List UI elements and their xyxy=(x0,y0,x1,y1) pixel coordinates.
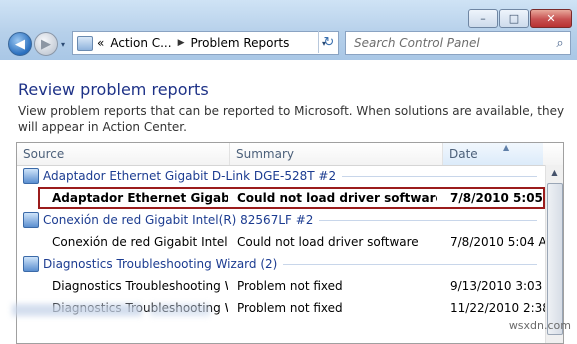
refresh-button[interactable]: ↻ xyxy=(318,31,339,53)
maximize-button[interactable]: □ xyxy=(499,9,529,28)
forward-button[interactable]: ▶ xyxy=(34,32,58,56)
row-date: 9/13/2010 3:03 AM xyxy=(450,279,545,293)
scroll-up-icon[interactable]: ▲ xyxy=(546,165,563,181)
column-summary[interactable]: Summary xyxy=(230,143,443,165)
group-header[interactable]: Diagnostics Troubleshooting Wizard (2) xyxy=(17,253,543,275)
page-title: Review problem reports xyxy=(18,80,209,99)
close-button[interactable]: ✕ xyxy=(530,9,572,28)
vertical-scrollbar[interactable]: ▲ xyxy=(545,165,563,343)
group-header[interactable]: Adaptador Ethernet Gigabit D-Link DGE-52… xyxy=(17,165,543,187)
search-icon[interactable]: ⌕ xyxy=(550,36,570,51)
row-date: 7/8/2010 5:04 AM xyxy=(450,235,545,249)
recent-pages-dropdown-icon[interactable]: ▾ xyxy=(61,40,65,49)
network-adapter-icon xyxy=(23,212,39,228)
group-divider xyxy=(342,175,537,177)
page-description: View problem reports that can be reporte… xyxy=(18,104,565,134)
blurred-row xyxy=(150,304,210,316)
address-bar[interactable]: « Action C... ▶ Problem Reports ▾ xyxy=(72,31,339,55)
row-summary: Could not load driver software xyxy=(237,235,419,249)
row-summary: Problem not fixed xyxy=(237,301,343,315)
column-date[interactable]: Date xyxy=(443,143,543,165)
group-name: Conexión de red Gigabit Intel(R) 82567LF… xyxy=(43,213,314,227)
breadcrumb-overflow[interactable]: « xyxy=(97,36,104,50)
breadcrumb-problem-reports[interactable]: Problem Reports xyxy=(190,36,289,50)
control-panel-icon xyxy=(77,35,93,51)
group-name: Diagnostics Troubleshooting Wizard (2) xyxy=(43,257,278,271)
blurred-row xyxy=(12,304,142,316)
group-divider xyxy=(283,263,537,265)
sort-ascending-icon: ▲ xyxy=(503,143,510,152)
breadcrumb-action-center[interactable]: Action C... xyxy=(110,36,171,50)
group-divider xyxy=(319,219,537,221)
minimize-button[interactable]: – xyxy=(468,9,498,28)
row-date: 7/8/2010 5:05 AM xyxy=(450,191,545,205)
wizard-icon xyxy=(23,256,39,272)
row-source: Diagnostics Troubleshooting Wiza... xyxy=(52,279,228,293)
back-button[interactable]: ◀ xyxy=(8,32,32,56)
row-date: 11/22/2010 2:38 AM xyxy=(450,301,545,315)
column-source[interactable]: Source xyxy=(17,143,230,165)
search-input[interactable]: Search Control Panel xyxy=(354,36,550,50)
scrollbar-thumb[interactable] xyxy=(547,183,563,335)
row-source: Conexión de red Gigabit Intel(R) 8... xyxy=(52,235,228,249)
list-header: Source Summary Date ▲ xyxy=(17,143,563,166)
watermark: wsxdn.com xyxy=(508,319,571,332)
group-header[interactable]: Conexión de red Gigabit Intel(R) 82567LF… xyxy=(17,209,543,231)
window-controls: – □ ✕ xyxy=(467,9,572,28)
content-pane: Review problem reports View problem repo… xyxy=(0,60,577,344)
title-bar: – □ ✕ ◀ ▶ ▾ « Action C... ▶ Problem Repo… xyxy=(0,0,577,60)
table-row[interactable]: Conexión de red Gigabit Intel(R) 8... Co… xyxy=(17,231,545,253)
network-adapter-icon xyxy=(23,168,39,184)
row-summary: Could not load driver software xyxy=(237,191,437,205)
breadcrumb-separator-icon[interactable]: ▶ xyxy=(178,38,185,48)
search-box[interactable]: Search Control Panel ⌕ xyxy=(345,31,571,55)
row-source: Adaptador Ethernet Gigabit D-Li... xyxy=(52,191,228,205)
group-name: Adaptador Ethernet Gigabit D-Link DGE-52… xyxy=(43,169,337,183)
navigation-buttons: ◀ ▶ ▾ xyxy=(8,32,65,56)
table-row[interactable]: Diagnostics Troubleshooting Wiza... Prob… xyxy=(17,275,545,297)
row-summary: Problem not fixed xyxy=(237,279,343,293)
table-row[interactable]: Adaptador Ethernet Gigabit D-Li... Could… xyxy=(38,187,545,209)
